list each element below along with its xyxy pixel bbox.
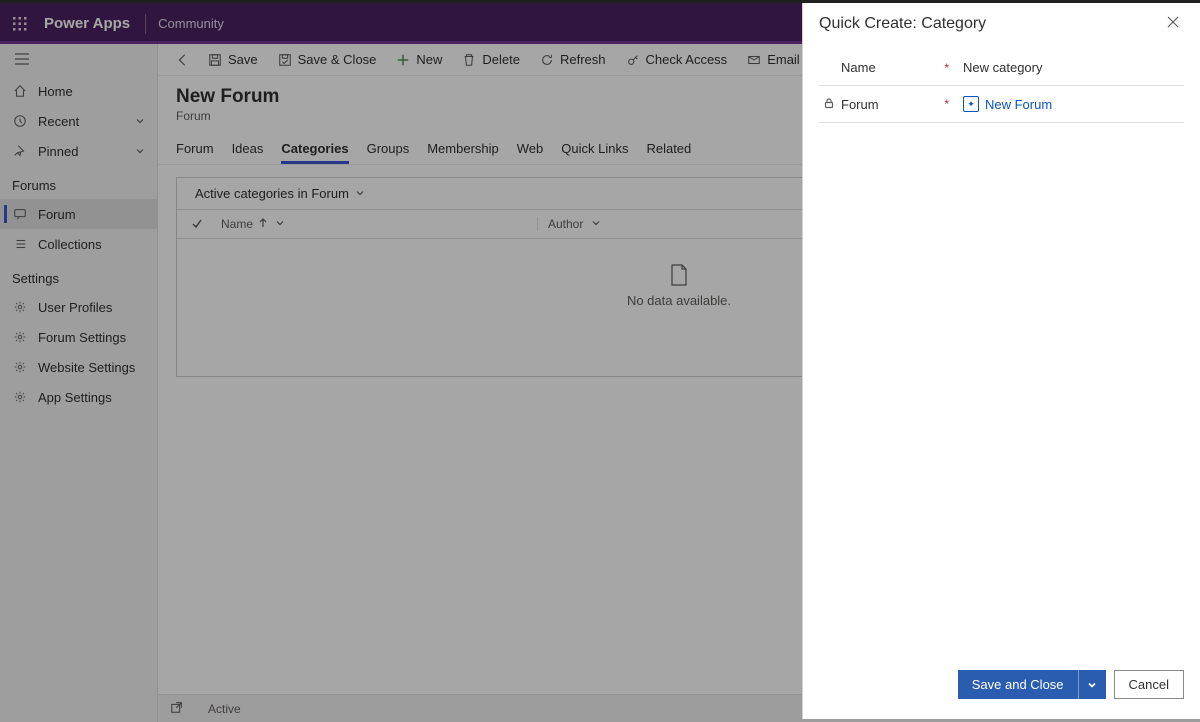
nav-app-settings[interactable]: App Settings [0,382,157,412]
list-icon [12,237,28,251]
tab-related[interactable]: Related [646,135,691,164]
nav-section-settings: Settings [0,259,157,292]
cmd-save-close[interactable]: Save & Close [268,44,387,76]
nav-user-profiles-label: User Profiles [38,300,112,315]
chevron-down-icon [135,144,145,159]
home-icon [12,84,28,98]
lookup-entity-icon: ✦ [963,96,979,112]
nav-collections[interactable]: Collections [0,229,157,259]
field-forum-label: Forum [841,97,879,112]
chevron-down-icon [135,114,145,129]
gear-icon [12,300,28,314]
save-and-close-button[interactable]: Save and Close [958,670,1078,699]
back-button[interactable] [168,53,198,67]
nav-app-settings-label: App Settings [38,390,112,405]
tab-quick-links[interactable]: Quick Links [561,135,628,164]
plus-icon [396,53,410,67]
tab-ideas[interactable]: Ideas [232,135,264,164]
column-name-label: Name [221,217,253,231]
cmd-save-label: Save [228,52,258,67]
forum-icon [12,207,28,221]
lock-icon [823,97,835,112]
gear-icon [12,330,28,344]
required-indicator: * [944,61,949,75]
gear-icon [12,360,28,374]
open-external-icon[interactable] [170,700,184,717]
cmd-refresh-label: Refresh [560,52,606,67]
nav-pinned[interactable]: Pinned [0,136,157,166]
cmd-check-access[interactable]: Check Access [616,44,738,76]
nav-recent-label: Recent [38,114,79,129]
cancel-button[interactable]: Cancel [1114,670,1184,699]
gear-icon [12,390,28,404]
tab-forum[interactable]: Forum [176,135,214,164]
cmd-save[interactable]: Save [198,44,268,76]
panel-title: Quick Create: Category [819,15,1162,33]
chevron-down-icon[interactable] [275,217,285,231]
cmd-delete[interactable]: Delete [452,44,530,76]
nav-recent[interactable]: Recent [0,106,157,136]
cmd-refresh[interactable]: Refresh [530,44,616,76]
field-forum-value[interactable]: ✦ New Forum [963,96,1180,112]
chevron-down-icon [355,186,365,201]
nav-home-label: Home [38,84,73,99]
tab-groups[interactable]: Groups [367,135,410,164]
view-name: Active categories in Forum [195,186,349,201]
hamburger-icon[interactable] [14,51,30,70]
tab-membership[interactable]: Membership [427,135,499,164]
field-name-label: Name [841,60,876,75]
key-icon [626,53,640,67]
chevron-down-icon[interactable] [591,217,601,231]
mail-icon [747,53,761,67]
quick-create-panel: Quick Create: Category Name * New catego… [802,3,1200,719]
refresh-icon [540,53,554,67]
tab-categories[interactable]: Categories [281,135,348,164]
nav-website-settings[interactable]: Website Settings [0,352,157,382]
nav-home[interactable]: Home [0,76,157,106]
nav-forum-settings-label: Forum Settings [38,330,126,345]
trash-icon [462,53,476,67]
field-forum-text: New Forum [985,97,1052,112]
status-state: Active [208,702,241,716]
sort-asc-icon [259,217,267,231]
save-icon [208,53,222,67]
required-indicator: * [944,97,949,111]
field-name-value[interactable]: New category [963,60,1180,75]
cmd-new-label: New [416,52,442,67]
nav-pinned-label: Pinned [38,144,78,159]
nav-forum[interactable]: Forum [0,199,157,229]
cmd-delete-label: Delete [482,52,520,67]
cmd-check-access-label: Check Access [646,52,728,67]
save-close-icon [278,53,292,67]
column-author-label: Author [548,217,583,231]
save-and-close-more-button[interactable] [1078,670,1106,699]
field-name-row[interactable]: Name * New category [819,50,1184,86]
nav-collections-label: Collections [38,237,102,252]
nav-section-forums: Forums [0,166,157,199]
save-and-close-split-button: Save and Close [958,670,1106,699]
field-forum-row[interactable]: Forum * ✦ New Forum [819,86,1184,123]
tab-web[interactable]: Web [517,135,544,164]
left-nav: Home Recent Pinned Forums Forum Collecti… [0,44,158,722]
nav-forum-label: Forum [38,207,76,222]
nav-website-settings-label: Website Settings [38,360,135,375]
column-select-all[interactable] [177,218,217,230]
nav-forum-settings[interactable]: Forum Settings [0,322,157,352]
cmd-save-close-label: Save & Close [298,52,377,67]
cmd-new[interactable]: New [386,44,452,76]
column-name[interactable]: Name [217,217,537,231]
pin-icon [12,144,28,158]
nav-user-profiles[interactable]: User Profiles [0,292,157,322]
close-button[interactable] [1162,11,1184,36]
clock-icon [12,114,28,128]
